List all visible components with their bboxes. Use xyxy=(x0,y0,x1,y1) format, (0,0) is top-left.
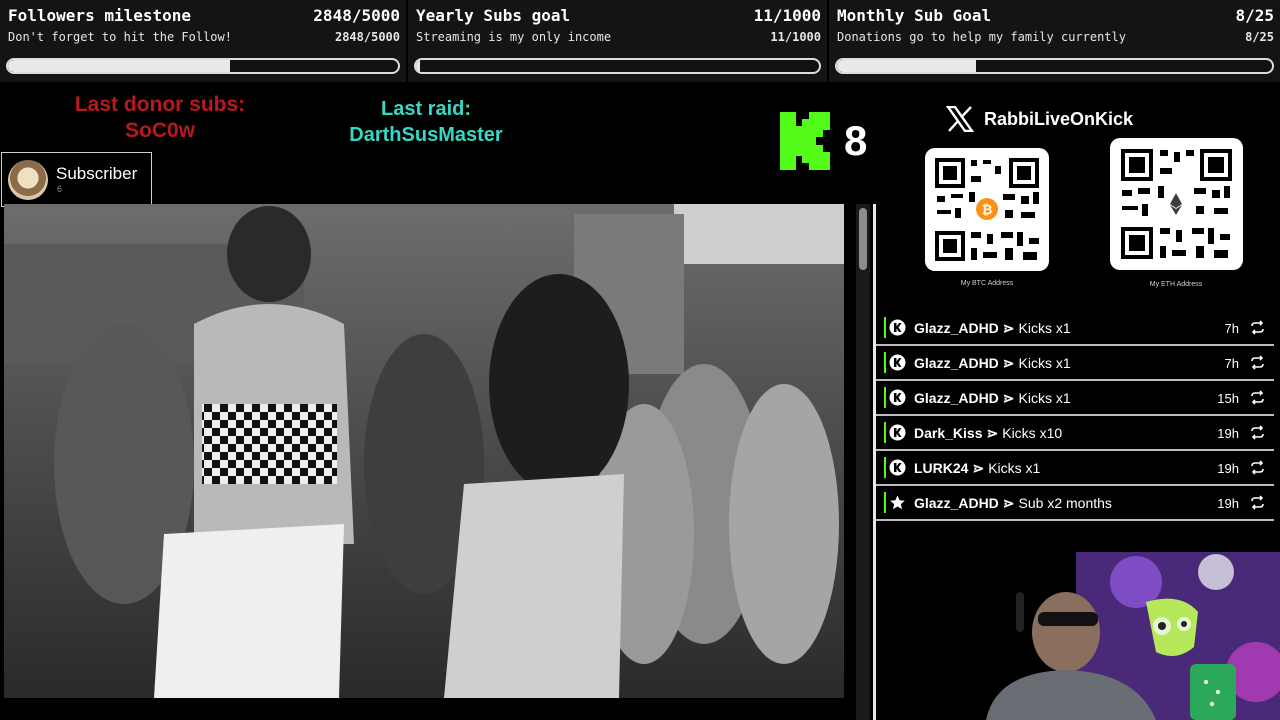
feed-time: 19h xyxy=(1217,496,1239,511)
feed-username: Glazz_ADHD xyxy=(914,390,999,406)
feed-username: Glazz_ADHD xyxy=(914,495,999,511)
goal-followers: Followers milestone 2848/5000 Don't forg… xyxy=(0,0,406,82)
feed-action: Kicks x10 xyxy=(1002,425,1063,441)
feed-action: Kicks x1 xyxy=(1018,320,1071,336)
subscriber-label: Subscriber xyxy=(56,164,138,183)
last-raid-label: Last raid: xyxy=(380,98,472,120)
feed-item: Dark_Kiss ⋗ Kicks x10 19h xyxy=(876,416,1274,451)
last-raid-name: DarthSusMaster xyxy=(349,124,503,146)
feed-time: 7h xyxy=(1224,356,1239,371)
goal-count: 11/1000 xyxy=(753,6,821,25)
last-donor-label: Last donor subs: xyxy=(74,93,246,116)
feed-accent-bar xyxy=(884,387,886,408)
feed-separator: ⋗ xyxy=(1002,495,1015,511)
feed-item: LURK24 ⋗ Kicks x1 19h xyxy=(876,451,1274,486)
replay-icon[interactable] xyxy=(1250,390,1265,405)
webcam-overlay xyxy=(966,552,1280,720)
feed-username: Dark_Kiss xyxy=(914,425,983,441)
kick-icon xyxy=(889,319,906,336)
feed-accent-bar xyxy=(884,352,886,373)
subscriber-count: 6 xyxy=(57,184,63,194)
star-icon xyxy=(890,495,905,510)
goal-count-secondary: 11/1000 xyxy=(770,30,821,44)
main-video xyxy=(4,204,844,698)
event-feed: Glazz_ADHD ⋗ Kicks x1 7h Glazz_ADHD ⋗ Kicks … xyxy=(876,311,1274,521)
goal-progress-track xyxy=(835,58,1274,74)
feed-separator: ⋗ xyxy=(972,460,985,476)
feed-username: Glazz_ADHD xyxy=(914,320,999,336)
goal-progress-track xyxy=(6,58,400,74)
feed-time: 7h xyxy=(1224,321,1239,336)
svg-text:₿: ₿ xyxy=(982,203,993,218)
goal-title: Followers milestone xyxy=(8,6,192,25)
feed-username: Glazz_ADHD xyxy=(914,355,999,371)
btc-qr-code: ₿ xyxy=(925,148,1049,271)
last-raid-widget: Last raid: DarthSusMaster xyxy=(326,96,526,148)
last-donor-name: SoC0w xyxy=(124,119,195,142)
kick-icon xyxy=(889,389,906,406)
kick-icon xyxy=(889,424,906,441)
feed-item: Glazz_ADHD ⋗ Kicks x1 7h xyxy=(876,311,1274,346)
kick-logo-icon xyxy=(780,112,830,170)
goal-monthly-subs: Monthly Sub Goal 8/25 Donations go to he… xyxy=(829,0,1280,82)
btc-caption: My BTC Address xyxy=(960,280,1014,287)
replay-icon[interactable] xyxy=(1250,460,1265,475)
feed-item: Glazz_ADHD ⋗ Kicks x1 15h xyxy=(876,381,1274,416)
feed-item: Glazz_ADHD ⋗ Sub x2 months 19h xyxy=(876,486,1274,521)
feed-accent-bar xyxy=(884,422,886,443)
x-handle: RabbiLiveOnKick xyxy=(946,106,1133,132)
feed-time: 19h xyxy=(1217,426,1239,441)
video-scrollbar[interactable] xyxy=(856,204,870,720)
feed-username: LURK24 xyxy=(914,460,969,476)
feed-separator: ⋗ xyxy=(1002,320,1015,336)
goal-subtitle: Donations go to help my family currently xyxy=(837,30,1126,44)
kick-icon xyxy=(889,459,906,476)
goal-title: Monthly Sub Goal xyxy=(837,6,992,25)
x-handle-name: RabbiLiveOnKick xyxy=(984,108,1134,129)
subscriber-avatar xyxy=(8,160,48,200)
kick-viewer-count: 8 xyxy=(780,112,867,170)
goal-subtitle: Streaming is my only income xyxy=(416,30,612,44)
goal-title: Yearly Subs goal xyxy=(416,6,571,25)
video-frame-image xyxy=(4,204,844,698)
eth-qr-code xyxy=(1110,138,1243,270)
feed-action: Kicks x1 xyxy=(988,460,1041,476)
eth-caption: My ETH Address xyxy=(1149,281,1203,288)
feed-time: 15h xyxy=(1217,391,1239,406)
subscriber-widget: Subscriber 6 xyxy=(1,152,152,207)
kick-count-value: 8 xyxy=(844,117,868,164)
feed-separator: ⋗ xyxy=(1002,355,1015,371)
qr-code-image: ₿ xyxy=(935,158,1039,261)
qr-code-image xyxy=(1121,149,1232,259)
replay-icon[interactable] xyxy=(1250,320,1265,335)
feed-accent-bar xyxy=(884,492,886,513)
feed-item: Glazz_ADHD ⋗ Kicks x1 7h xyxy=(876,346,1274,381)
feed-time: 19h xyxy=(1217,461,1239,476)
feed-separator: ⋗ xyxy=(986,425,999,441)
replay-icon[interactable] xyxy=(1250,425,1265,440)
kick-icon xyxy=(889,354,906,371)
goal-count: 2848/5000 xyxy=(313,6,400,25)
goal-progress-track xyxy=(414,58,821,74)
goal-count: 8/25 xyxy=(1235,6,1274,25)
goal-progress-fill xyxy=(8,60,231,72)
feed-separator: ⋗ xyxy=(1002,390,1015,406)
goal-subtitle: Don't forget to hit the Follow! xyxy=(8,30,232,44)
goal-yearly-subs: Yearly Subs goal 11/1000 Streaming is my… xyxy=(408,0,827,82)
feed-action: Kicks x1 xyxy=(1018,355,1071,371)
x-logo-icon xyxy=(946,106,974,132)
replay-icon[interactable] xyxy=(1250,355,1265,370)
feed-accent-bar xyxy=(884,317,886,338)
goal-progress-fill xyxy=(416,60,421,72)
feed-accent-bar xyxy=(884,457,886,478)
goal-progress-fill xyxy=(837,60,977,72)
scrollbar-thumb[interactable] xyxy=(859,208,867,270)
feed-action: Sub x2 months xyxy=(1018,495,1112,511)
webcam-image xyxy=(986,552,1280,720)
goal-count-secondary: 2848/5000 xyxy=(334,30,400,44)
feed-action: Kicks x1 xyxy=(1018,390,1071,406)
goal-count-secondary: 8/25 xyxy=(1245,30,1274,44)
last-donor-widget: Last donor subs: SoC0w xyxy=(40,92,280,144)
replay-icon[interactable] xyxy=(1250,495,1265,510)
